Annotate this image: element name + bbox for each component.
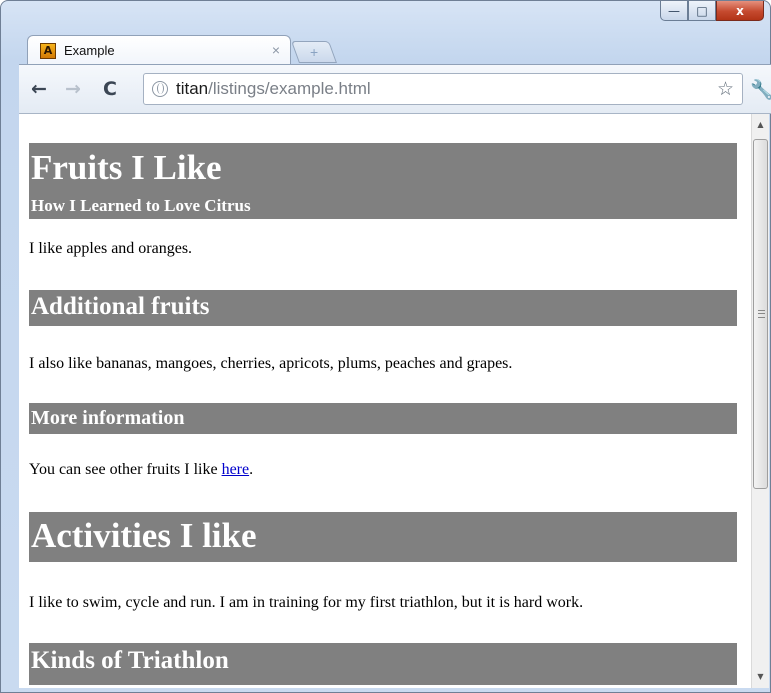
close-tab-icon[interactable]: × — [272, 42, 280, 58]
heading-text: More information — [31, 407, 185, 429]
heading-text: Activities I like — [31, 516, 257, 555]
bookmark-star-icon[interactable]: ☆ — [717, 78, 734, 100]
window-controls: — □ x — [660, 1, 764, 23]
page-viewport: Fruits I Like How I Learned to Love Citr… — [19, 114, 751, 688]
tab-example[interactable]: A Example × — [27, 35, 291, 65]
url-text[interactable]: titan/listings/example.html — [176, 79, 371, 99]
heading-more-information: More information — [29, 403, 737, 434]
new-tab-button[interactable]: + — [290, 41, 338, 63]
paragraph-2: I also like bananas, mangoes, cherries, … — [29, 355, 513, 372]
paragraph-4: I like to swim, cycle and run. I am in t… — [29, 594, 584, 611]
close-window-button[interactable]: x — [716, 1, 764, 21]
back-arrow-icon[interactable]: ← — [31, 78, 47, 100]
paragraph-3: You can see other fruits I like here. — [29, 461, 253, 479]
address-bar[interactable]: titan/listings/example.html ☆ — [143, 73, 743, 105]
minimize-button[interactable]: — — [660, 1, 688, 21]
heading-text: Kinds of Triathlon — [31, 647, 229, 674]
scroll-up-arrow-icon[interactable]: ▲ — [752, 116, 769, 133]
tab-title: Example — [64, 43, 115, 58]
grip-icon — [758, 310, 765, 318]
plus-icon: + — [309, 44, 319, 60]
wrench-icon[interactable]: 🔧 — [750, 78, 771, 101]
url-host: titan — [176, 79, 209, 98]
vertical-scrollbar[interactable]: ▲ ▼ — [751, 114, 769, 688]
app-favicon-icon: A — [40, 43, 56, 59]
url-path: /listings/example.html — [208, 79, 371, 98]
scroll-down-arrow-icon[interactable]: ▼ — [752, 668, 769, 685]
browser-window: — □ x A Example × + ← → C titan/listings… — [0, 0, 771, 693]
heading-kinds-of-triathlon: Kinds of Triathlon — [29, 643, 737, 685]
reload-icon[interactable]: C — [103, 78, 117, 100]
maximize-button[interactable]: □ — [688, 1, 716, 21]
header-banner: Fruits I Like How I Learned to Love Citr… — [29, 143, 737, 219]
forward-arrow-icon[interactable]: → — [65, 78, 81, 100]
browser-toolbar: ← → C titan/listings/example.html ☆ 🔧 — [19, 64, 771, 114]
paragraph-3-text: You can see other fruits I like — [29, 461, 222, 478]
page-title: Fruits I Like — [31, 148, 222, 187]
page-subtitle: How I Learned to Love Citrus — [31, 196, 251, 215]
heading-additional-fruits: Additional fruits — [29, 290, 737, 326]
globe-icon — [152, 81, 168, 97]
paragraph-3-end: . — [249, 461, 254, 478]
heading-activities: Activities I like — [29, 512, 737, 562]
heading-text: Additional fruits — [31, 293, 210, 320]
scroll-thumb[interactable] — [753, 139, 768, 489]
paragraph-1: I like apples and oranges. — [29, 240, 193, 257]
here-link[interactable]: here — [222, 461, 250, 478]
